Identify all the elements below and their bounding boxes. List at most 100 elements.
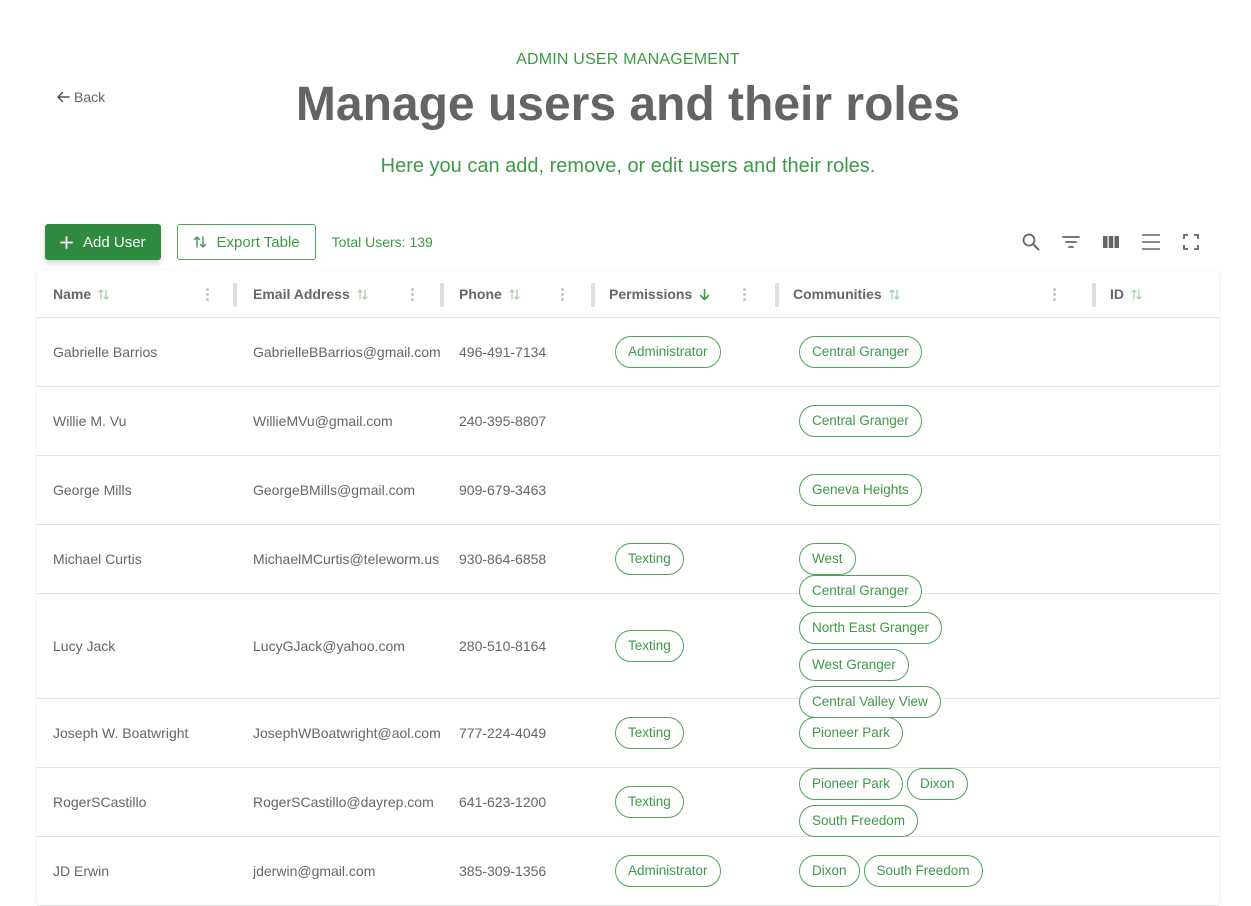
sort-icon[interactable] (356, 288, 369, 301)
page-title: Manage users and their roles (295, 78, 961, 131)
columns-icon[interactable] (1100, 231, 1122, 253)
swap-vertical-icon (193, 235, 207, 249)
users-table: Name Email Address Phone Permissions Communi… (37, 271, 1219, 906)
column-menu-icon[interactable] (743, 287, 746, 301)
community-chip: North East Granger (799, 611, 943, 644)
cell-permissions: Administrator (593, 336, 777, 368)
cell-name: Willie M. Vu (53, 413, 127, 429)
column-menu-icon[interactable] (561, 287, 564, 301)
cell-communities: Central Granger North East Granger West Gr… (777, 574, 1094, 718)
sort-icon[interactable] (888, 288, 901, 301)
cell-name: JD Erwin (53, 863, 110, 879)
permission-chip: Administrator (615, 336, 721, 368)
table-tools (1020, 231, 1210, 253)
community-chip: West (799, 543, 856, 575)
search-icon[interactable] (1020, 231, 1042, 253)
cell-name: Gabrielle Barrios (53, 344, 158, 360)
community-chip: Central Granger (799, 405, 922, 437)
cell-email: JosephWBoatwright@aol.com (253, 725, 441, 741)
cell-phone: 641-623-1200 (459, 794, 547, 810)
cell-permissions: Texting (593, 630, 777, 662)
column-header-label: Communities (793, 286, 882, 302)
cell-permissions: Texting (593, 717, 777, 749)
column-header-label: Email Address (253, 286, 350, 302)
community-chip: Geneva Heights (799, 474, 922, 506)
cell-name: Joseph W. Boatwright (53, 725, 189, 741)
column-menu-icon[interactable] (206, 287, 209, 301)
cell-phone: 930-864-6858 (459, 551, 547, 567)
add-user-button[interactable]: Add User (45, 224, 161, 260)
cell-email: GabrielleBBarrios@gmail.com (253, 344, 441, 360)
table-row[interactable]: JD Erwin jderwin@gmail.com 385-309-1356 Adm… (37, 837, 1219, 906)
community-chip: South Freedom (799, 804, 919, 837)
cell-email: jderwin@gmail.com (253, 863, 376, 879)
table-row[interactable]: Joseph W. Boatwright JosephWBoatwright@ao… (37, 699, 1219, 768)
sort-icon[interactable] (508, 288, 521, 301)
cell-email: MichaelMCurtis@teleworm.us (253, 551, 440, 567)
cell-email: RogerSCastillo@dayrep.com (253, 794, 434, 810)
community-chip: Dixon (907, 767, 968, 800)
permission-chip: Administrator (615, 855, 721, 887)
sort-icon[interactable] (1130, 288, 1143, 301)
cell-name: Michael Curtis (53, 551, 142, 567)
table-row[interactable]: Gabrielle Barrios GabrielleBBarrios@gmail… (37, 318, 1219, 387)
cell-phone: 777-224-4049 (459, 725, 547, 741)
column-header-name[interactable]: Name (37, 271, 237, 318)
density-icon[interactable] (1140, 231, 1162, 253)
cell-email: LucyGJack@yahoo.com (253, 638, 405, 654)
table-row[interactable]: RogerSCastillo RogerSCastillo@dayrep.com 6… (37, 767, 1219, 837)
column-header-label: Permissions (609, 286, 693, 302)
export-table-button[interactable]: Export Table (176, 224, 316, 260)
table-toolbar: Add User Export Table Total Users: 139 (45, 223, 1210, 261)
cell-communities: Central Granger (777, 387, 1094, 455)
filter-icon[interactable] (1060, 231, 1082, 253)
cell-permissions: Texting (593, 786, 777, 818)
cell-name: Lucy Jack (53, 638, 116, 654)
export-table-label: Export Table (216, 233, 300, 251)
table-body: Gabrielle Barrios GabrielleBBarrios@gmail… (37, 318, 1219, 906)
table-row[interactable]: George Mills GeorgeBMills@gmail.com 909-67… (37, 456, 1219, 525)
permission-chip: Texting (615, 543, 684, 575)
cell-phone: 240-395-8807 (459, 413, 547, 429)
cell-communities: Geneva Heights (777, 456, 1094, 524)
column-header-label: ID (1110, 286, 1124, 302)
total-users-count: Total Users: 139 (331, 234, 433, 250)
permission-chip: Texting (615, 786, 684, 818)
cell-permissions: Texting (593, 543, 777, 575)
community-chip: West Granger (799, 648, 909, 681)
cell-email: WillieMVu@gmail.com (253, 413, 393, 429)
cell-communities: Central Granger (777, 318, 1094, 386)
cell-name: RogerSCastillo (53, 794, 147, 810)
community-chip: Central Granger (799, 574, 922, 607)
table-row[interactable]: Lucy Jack LucyGJack@yahoo.com 280-510-8164… (37, 574, 1219, 718)
column-header-email[interactable]: Email Address (237, 271, 444, 318)
column-menu-icon[interactable] (1053, 287, 1056, 301)
column-header-communities[interactable]: Communities (777, 271, 1096, 318)
sort-icon[interactable] (97, 288, 110, 301)
table-row[interactable]: Willie M. Vu WillieMVu@gmail.com 240-395-8… (37, 387, 1219, 456)
table-row[interactable]: Michael Curtis MichaelMCurtis@teleworm.us… (37, 525, 1219, 594)
community-chip: Pioneer Park (799, 767, 904, 800)
cell-communities: Dixon South Freedom (777, 837, 1094, 905)
permission-chip: Texting (615, 630, 684, 662)
column-header-phone[interactable]: Phone (443, 271, 595, 318)
permission-chip: Texting (615, 717, 684, 749)
column-header-label: Phone (459, 286, 502, 302)
community-chip: Pioneer Park (799, 717, 904, 749)
sort-desc-icon[interactable] (698, 288, 711, 301)
cell-communities: Pioneer Park Dixon South Freedom (777, 767, 1094, 837)
add-user-label: Add User (83, 233, 146, 251)
cell-phone: 909-679-3463 (459, 482, 547, 498)
community-chip: South Freedom (863, 855, 983, 887)
cell-phone: 385-309-1356 (459, 863, 547, 879)
column-header-label: Name (53, 286, 92, 302)
cell-communities: Pioneer Park (777, 699, 1094, 767)
column-header-permissions[interactable]: Permissions (593, 271, 779, 318)
column-header-id[interactable]: ID (1094, 271, 1219, 318)
cell-name: George Mills (53, 482, 132, 498)
plus-icon (60, 235, 73, 249)
community-chip: Central Granger (799, 336, 922, 368)
fullscreen-icon[interactable] (1180, 231, 1202, 253)
column-menu-icon[interactable] (411, 287, 414, 301)
cell-permissions: Administrator (593, 855, 777, 887)
